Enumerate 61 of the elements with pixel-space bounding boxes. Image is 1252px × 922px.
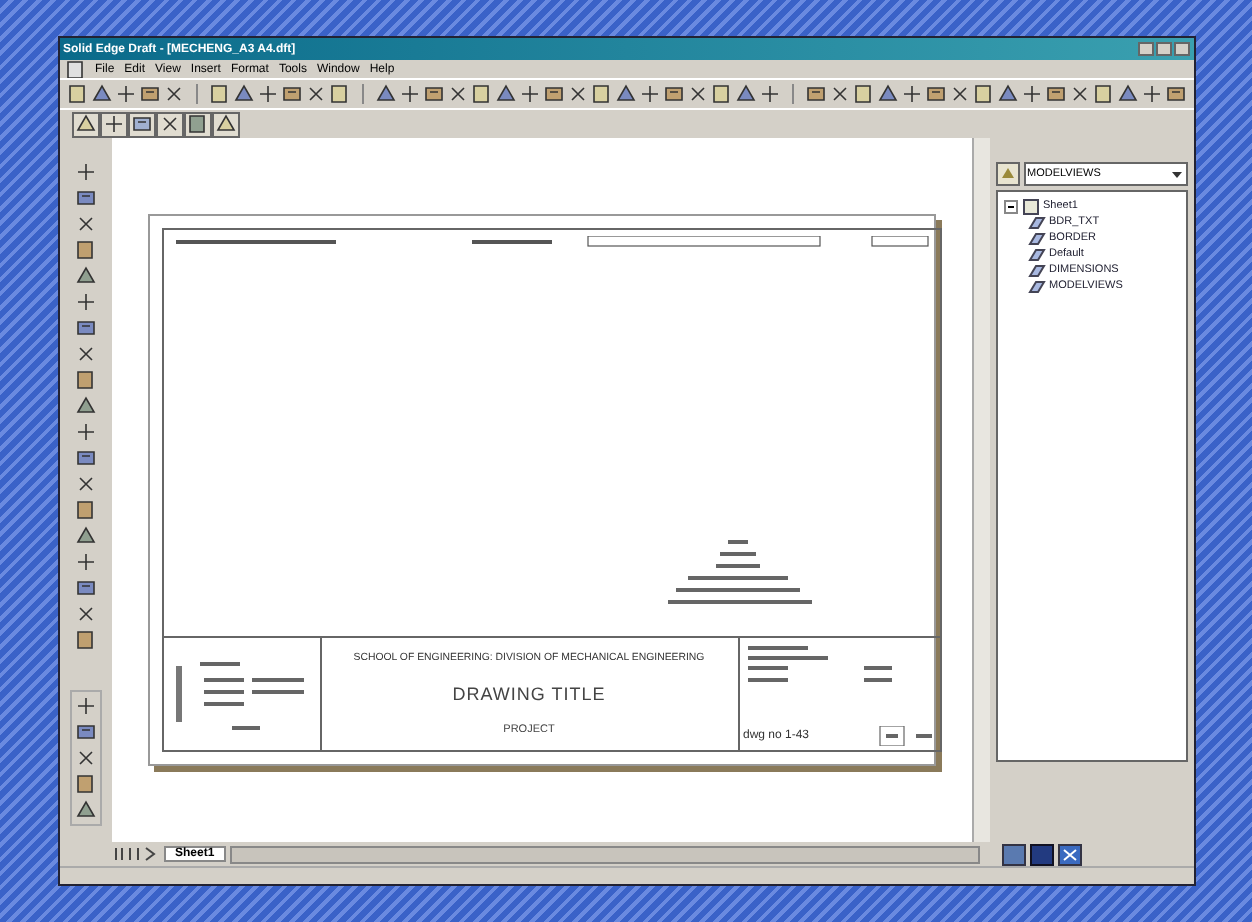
tool-icon[interactable] [75,344,95,364]
tool-icon[interactable] [805,84,825,104]
tool-icon[interactable] [257,84,277,104]
tool-icon[interactable] [103,114,123,134]
tool-icon[interactable] [75,162,95,182]
tool-icon[interactable] [1021,84,1041,104]
tool-icon[interactable] [1165,84,1185,104]
tool-icon[interactable] [759,84,779,104]
tool-icon[interactable] [131,114,151,134]
tool-icon[interactable] [519,84,539,104]
tool-icon[interactable] [115,84,135,104]
tool-icon[interactable] [447,84,467,104]
tool-icon[interactable] [663,84,683,104]
tool-icon[interactable] [75,474,95,494]
tool-icon[interactable] [925,84,945,104]
tool-icon[interactable] [163,84,183,104]
tool-icon[interactable] [75,448,95,468]
tool-icon[interactable] [329,84,349,104]
close-button[interactable] [1173,42,1189,56]
dropdown-arrow-icon [1169,166,1183,182]
tool-icon[interactable] [305,84,325,104]
tool-icon[interactable] [75,578,95,598]
tool-icon[interactable] [1069,84,1089,104]
pane-icon[interactable] [1001,843,1025,865]
tool-icon[interactable] [75,292,95,312]
tool-icon[interactable] [75,422,95,442]
pane-icon[interactable] [1029,843,1053,865]
collapse-icon[interactable] [1003,199,1017,213]
pane-icon[interactable] [1057,843,1081,865]
tool-icon[interactable] [901,84,921,104]
sheet-icon [1021,197,1039,215]
maximize-button[interactable] [1155,42,1171,56]
tool-icon[interactable] [75,722,95,742]
tool-icon[interactable] [75,604,95,624]
sheet-size-text-drawing [875,726,935,746]
tab-navigation-icon[interactable] [111,846,159,862]
tool-icon[interactable] [159,114,179,134]
tool-icon[interactable] [567,84,587,104]
tool-icon[interactable] [75,188,95,208]
tool-icon[interactable] [1141,84,1161,104]
tool-icon[interactable] [75,318,95,338]
tool-icon[interactable] [75,696,95,716]
tool-icon[interactable] [75,630,95,650]
tool-icon[interactable] [75,214,95,234]
tool-icon[interactable] [281,84,301,104]
tool-icon[interactable] [639,84,659,104]
tool-icon[interactable] [423,84,443,104]
tool-icon[interactable] [543,84,563,104]
tool-icon[interactable] [75,552,95,572]
tool-icon[interactable] [399,84,419,104]
tool-icon[interactable] [829,84,849,104]
layer-icon[interactable] [995,162,1019,186]
tool-icon[interactable] [139,84,159,104]
horizontal-scrollbar[interactable] [230,845,979,863]
tool-icon[interactable] [687,84,707,104]
tool-icon[interactable] [1045,84,1065,104]
tool-icon[interactable] [75,748,95,768]
drawing-title: DRAWING TITLE [452,684,606,704]
tool-icon[interactable] [375,84,395,104]
tool-icon[interactable] [949,84,969,104]
minimize-button[interactable] [1137,42,1153,56]
